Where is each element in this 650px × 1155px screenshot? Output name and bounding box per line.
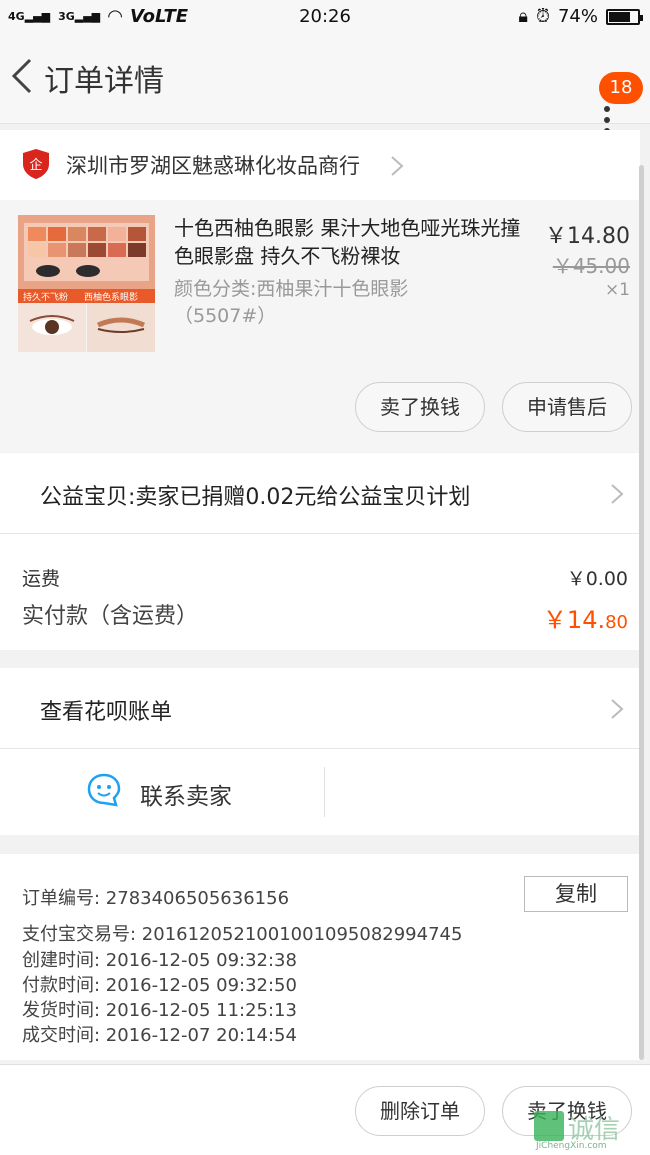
nav-header: 订单详情 18 <box>0 34 650 134</box>
after-sale-button[interactable]: 申请售后 <box>502 382 632 432</box>
screen: { "status_bar": { "network": "VoLTE", "s… <box>0 0 650 1155</box>
paid-main: ￥14. <box>542 606 606 634</box>
watermark-url: JiChengXin.com <box>536 1141 607 1151</box>
shipping-label: 运费 <box>22 568 61 590</box>
shop-name: 深圳市罗湖区魅惑琳化妆品商行 <box>66 154 360 178</box>
item-title[interactable]: 十色西柚色眼影 果汁大地色哑光珠光撞色眼影盘 持久不飞粉裸妆 <box>174 214 534 270</box>
huabei-row[interactable]: 查看花呗账单 <box>0 668 640 748</box>
bottom-action-bar: 删除订单 卖了换钱 诚信 JiChengXin.com <box>0 1064 650 1155</box>
copy-button[interactable]: 复制 <box>524 876 628 912</box>
charity-text: 公益宝贝:卖家已捐赠0.02元给公益宝贝计划 <box>40 485 471 510</box>
alipay-number: 支付宝交易号: 2016120521001001095082994745 <box>22 924 463 945</box>
status-bar: 4G▂▄▆ 3G▂▄▆ ◠ VoLTE 20:26 🔒︎ ⏰︎ 74% <box>0 0 650 34</box>
contact-row: 联系卖家 <box>0 749 640 835</box>
battery-icon <box>606 8 643 25</box>
product-thumbnail[interactable]: 持久不飞粉 西柚色系眼影 <box>18 215 155 352</box>
chevron-left-icon <box>11 58 32 94</box>
resell-button[interactable]: 卖了换钱 <box>355 382 485 432</box>
chevron-right-icon <box>611 484 624 504</box>
payment-summary: 运费 ￥0.00 实付款（含运费） ￥14.80 <box>0 534 640 650</box>
product-image: 持久不飞粉 西柚色系眼影 <box>18 215 155 352</box>
contact-seller-button[interactable]: 联系卖家 <box>0 749 324 835</box>
chevron-right-icon <box>391 156 404 176</box>
scrollbar[interactable] <box>639 165 644 1060</box>
item-sku: 颜色分类:西柚果汁十色眼影（5507#） <box>174 278 409 327</box>
vertical-divider <box>324 767 325 817</box>
status-right: 🔒︎ ⏰︎ 74% <box>518 6 643 27</box>
created-time: 创建时间: 2016-12-05 09:32:38 <box>22 950 297 971</box>
item-quantity: ×1 <box>604 280 630 300</box>
lock-rotation-icon: 🔒︎ <box>518 6 528 27</box>
chevron-right-icon <box>611 699 624 719</box>
shop-row[interactable]: 企 深圳市罗湖区魅惑琳化妆品商行 <box>0 130 640 200</box>
thumb-caption-2: 西柚色系眼影 <box>84 291 138 303</box>
alarm-icon: ⏰︎ <box>535 6 550 27</box>
message-badge[interactable]: 18 <box>599 72 643 104</box>
battery-percent: 74% <box>557 6 598 27</box>
shipped-time: 发货时间: 2016-12-05 11:25:13 <box>22 1000 297 1021</box>
contact-seller-label: 联系卖家 <box>140 784 232 810</box>
item-price: ￥14.80 <box>545 224 630 249</box>
delete-order-button[interactable]: 删除订单 <box>355 1086 485 1136</box>
paid-cents: 80 <box>605 612 628 633</box>
order-item[interactable]: 持久不飞粉 西柚色系眼影 十色西柚色眼影 果汁大地色哑光珠光撞色眼影盘 持久不飞… <box>0 200 640 452</box>
completed-time: 成交时间: 2016-12-07 20:14:54 <box>22 1025 297 1046</box>
page-title: 订单详情 <box>44 64 164 99</box>
thumb-caption-1: 持久不飞粉 <box>23 291 68 303</box>
item-original-price: ￥45.00 <box>552 254 630 278</box>
order-info: 订单编号: 2783406505636156 复制 支付宝交易号: 201612… <box>0 854 640 1060</box>
watermark-badge-icon <box>534 1111 564 1141</box>
svg-text:企: 企 <box>29 157 42 173</box>
paid-time: 付款时间: 2016-12-05 09:32:50 <box>22 975 297 996</box>
paid-label: 实付款（含运费） <box>22 604 199 629</box>
charity-row[interactable]: 公益宝贝:卖家已捐赠0.02元给公益宝贝计划 <box>0 453 640 533</box>
shipping-value: ￥0.00 <box>566 568 628 590</box>
watermark-logo: 诚信 JiChengXin.com <box>534 1109 644 1151</box>
order-number: 订单编号: 2783406505636156 <box>22 888 290 909</box>
enterprise-shield-icon: 企 <box>23 149 49 179</box>
chat-bubble-icon <box>87 773 121 807</box>
back-button[interactable] <box>10 56 34 103</box>
huabei-text: 查看花呗账单 <box>40 700 173 725</box>
battery-fill <box>609 11 630 22</box>
paid-amount: ￥14.80 <box>543 600 628 635</box>
